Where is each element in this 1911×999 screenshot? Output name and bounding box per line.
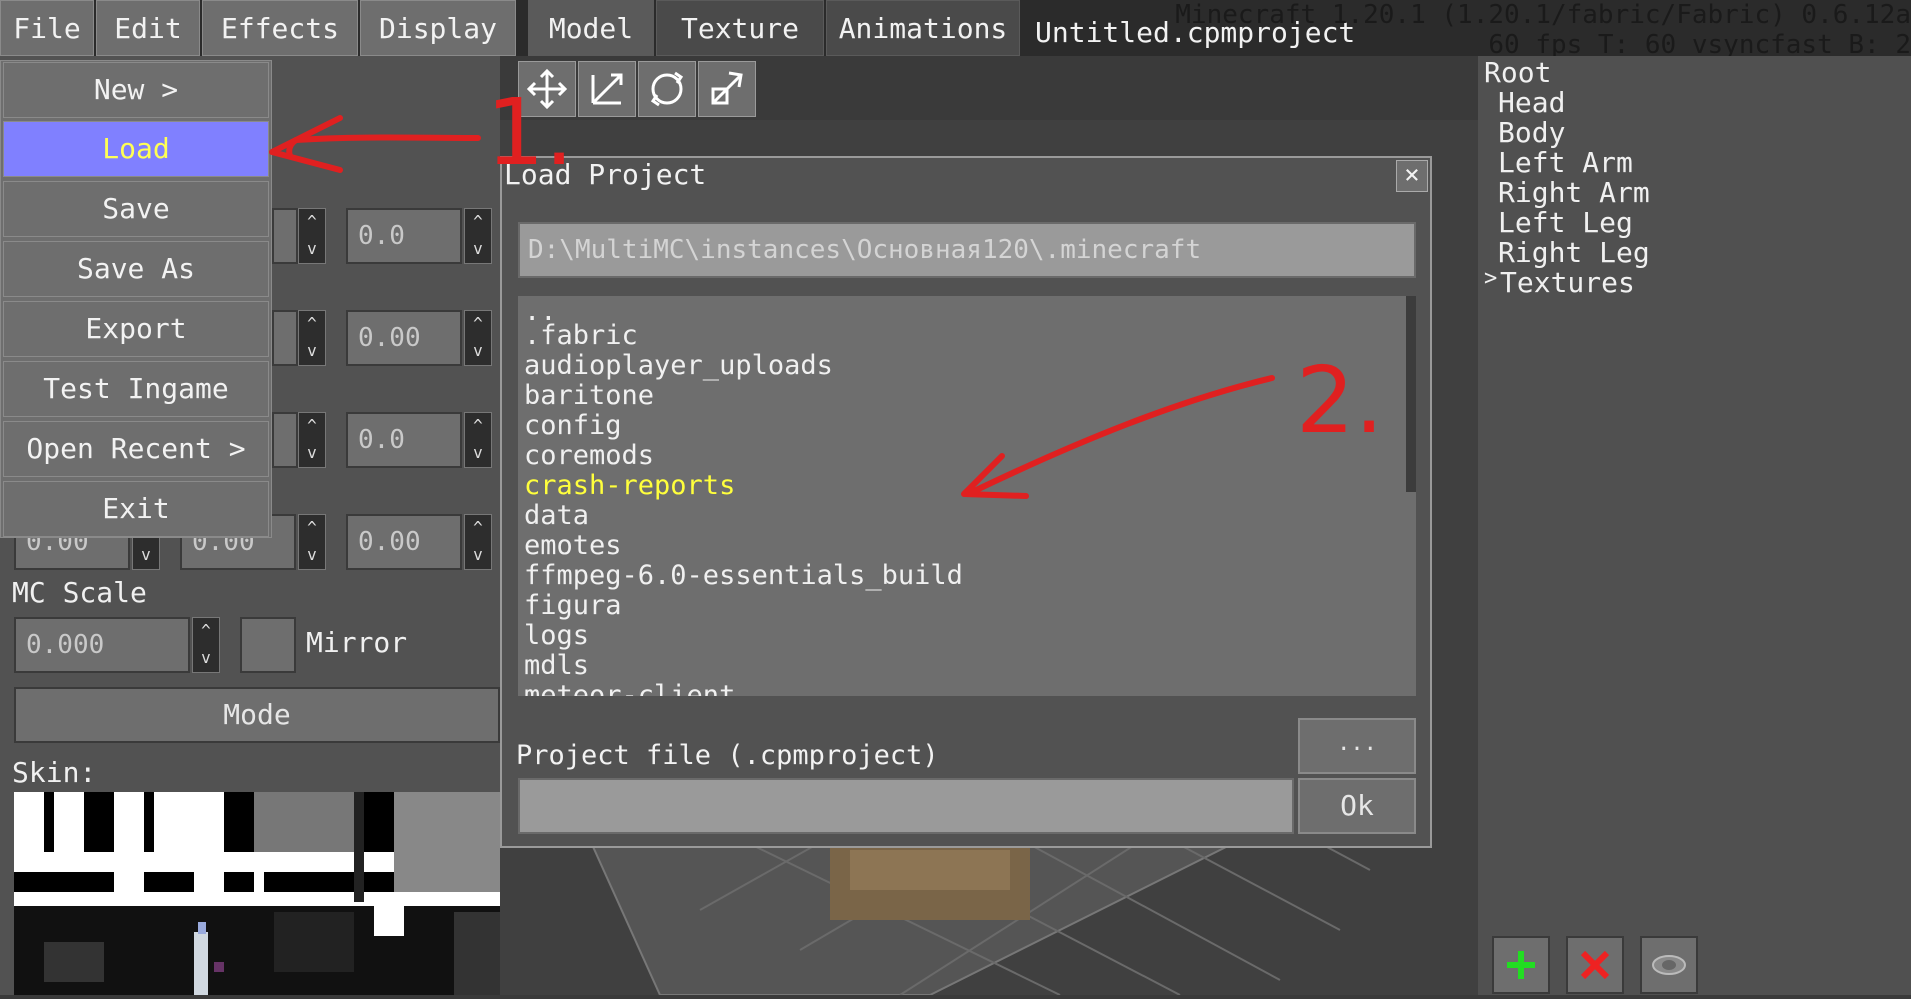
ok-button[interactable]: Ok (1298, 778, 1416, 834)
effects-menu-button[interactable]: Effects (202, 0, 358, 56)
file-list-scrollbar[interactable] (1406, 296, 1416, 492)
mode-button[interactable]: Mode (14, 687, 500, 743)
rotation-x-field[interactable] (272, 412, 298, 468)
size-z-field[interactable]: 0.00 (346, 514, 462, 570)
debug-info-line: Minecraft 1.20.1 (1.20.1/fabric/Fabric) … (1175, 0, 1911, 30)
tree-item-textures[interactable]: Textures (1500, 266, 1635, 299)
chevron-right-icon[interactable]: > (1484, 266, 1497, 291)
list-item[interactable]: config (524, 410, 622, 441)
mc-scale-stepper[interactable]: ^ v (192, 617, 220, 673)
size-tool-button[interactable] (698, 61, 756, 117)
menu-item-export[interactable]: Export (3, 301, 269, 357)
menu-item-save[interactable]: Save (3, 181, 269, 237)
rotation-x-stepper[interactable]: ^ v (298, 412, 326, 468)
tree-item-right-arm[interactable]: Right Arm (1498, 176, 1650, 209)
position-x-stepper[interactable]: ^ v (298, 208, 326, 264)
offset-x-stepper[interactable]: ^ v (298, 310, 326, 366)
rotation-z-stepper[interactable]: ^ v (464, 412, 492, 468)
menu-item-load[interactable]: Load (3, 121, 269, 177)
list-item[interactable]: mdls (524, 650, 589, 681)
file-dropdown-menu: New > Load Save Save As Export Test Inga… (0, 60, 272, 538)
directory-path-field[interactable]: D:\MultiMC\instances\Основная120\.minecr… (518, 222, 1416, 278)
size-z-stepper[interactable]: ^ v (464, 514, 492, 570)
tree-item-left-arm[interactable]: Left Arm (1498, 146, 1633, 179)
eye-icon (1652, 955, 1686, 975)
list-item[interactable]: emotes (524, 530, 622, 561)
position-x-field[interactable] (272, 208, 298, 264)
tab-model[interactable]: Model (528, 0, 654, 56)
move-icon (526, 68, 568, 110)
scale-tool-button[interactable] (578, 61, 636, 117)
plus-icon (1507, 951, 1535, 979)
move-tool-button[interactable] (518, 61, 576, 117)
list-item[interactable]: coremods (524, 440, 654, 471)
skin-label: Skin: (12, 756, 97, 789)
list-item[interactable]: baritone (524, 380, 654, 411)
tab-texture[interactable]: Texture (656, 0, 824, 56)
visibility-toggle-button[interactable] (1640, 936, 1698, 994)
delete-element-button[interactable] (1566, 936, 1624, 994)
load-project-dialog: Load Project × D:\MultiMC\instances\Осно… (500, 156, 1432, 848)
size-icon (711, 71, 743, 105)
size-y-stepper[interactable]: ^ v (298, 514, 326, 570)
mirror-label: Mirror (306, 626, 408, 659)
project-file-input[interactable] (518, 778, 1294, 834)
offset-x-field[interactable] (272, 310, 298, 366)
list-item[interactable]: meteor-client (524, 680, 735, 696)
edit-menu-button[interactable]: Edit (96, 0, 200, 56)
file-list[interactable]: .. .fabric audioplayer_uploads baritone … (518, 296, 1416, 696)
mirror-checkbox[interactable] (240, 617, 296, 673)
tree-item-root[interactable]: Root (1484, 56, 1551, 89)
rotate-icon (650, 71, 684, 107)
offset-z-stepper[interactable]: ^ v (464, 310, 492, 366)
close-icon[interactable]: × (1396, 160, 1428, 192)
menu-item-exit[interactable]: Exit (3, 481, 269, 537)
project-file-label: Project file (.cpmproject) (516, 740, 939, 771)
position-z-field[interactable]: 0.0 (346, 208, 462, 264)
tree-item-right-leg[interactable]: Right Leg (1498, 236, 1650, 269)
mc-scale-label: MC Scale (12, 576, 147, 609)
rotation-z-field[interactable]: 0.0 (346, 412, 462, 468)
rotate-tool-button[interactable] (638, 61, 696, 117)
list-item[interactable]: logs (524, 620, 589, 651)
tree-item-body[interactable]: Body (1498, 116, 1565, 149)
list-item[interactable]: data (524, 500, 589, 531)
list-item-selected[interactable]: crash-reports (524, 470, 735, 501)
list-item[interactable]: audioplayer_uploads (524, 350, 833, 381)
list-item[interactable]: figura (524, 590, 622, 621)
tree-item-left-leg[interactable]: Left Leg (1498, 206, 1633, 239)
list-item[interactable]: ffmpeg-6.0-essentials_build (524, 560, 963, 591)
skin-preview (14, 792, 500, 995)
tab-animations[interactable]: Animations (826, 0, 1020, 56)
menu-item-open-recent[interactable]: Open Recent > (3, 421, 269, 477)
offset-z-field[interactable]: 0.00 (346, 310, 462, 366)
list-item[interactable]: .fabric (524, 320, 638, 351)
dialog-title: Load Project (504, 158, 707, 191)
model-tree-panel: Root Head Body Left Arm Right Arm Left L… (1478, 56, 1911, 995)
position-z-stepper[interactable]: ^ v (464, 208, 492, 264)
add-element-button[interactable] (1492, 936, 1550, 994)
mc-scale-field[interactable]: 0.000 (14, 617, 190, 673)
tree-item-head[interactable]: Head (1498, 86, 1565, 119)
scale-icon (591, 73, 623, 105)
menu-item-new[interactable]: New > (3, 62, 269, 118)
browse-button[interactable]: ... (1298, 718, 1416, 774)
menu-item-test-ingame[interactable]: Test Ingame (3, 361, 269, 417)
menu-item-save-as[interactable]: Save As (3, 241, 269, 297)
file-menu-button[interactable]: File (0, 0, 94, 56)
display-menu-button[interactable]: Display (360, 0, 516, 56)
delete-x-icon (1580, 950, 1610, 980)
